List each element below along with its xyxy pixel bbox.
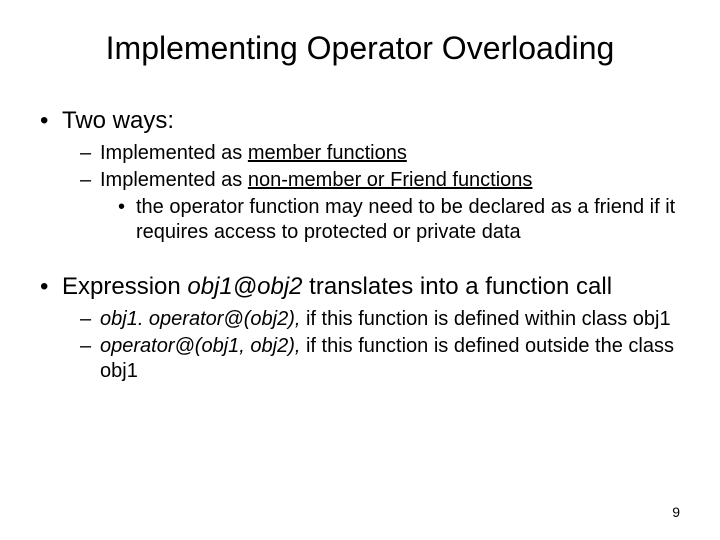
expr-nonmember-call-italic: operator@(obj1, obj2), — [100, 335, 300, 357]
underline-member-functions: member functions — [248, 142, 407, 164]
text-pre-member: Implemented as — [100, 142, 248, 164]
sub-member-functions: Implemented as member functions — [80, 141, 680, 166]
expr-member-call-tail: if this function is defined within class… — [300, 308, 670, 330]
expr-italic: obj1@obj2 — [187, 273, 302, 300]
text-pre-nonmember: Implemented as — [100, 169, 248, 191]
sub-sub-friend-note: the operator function may need to be dec… — [118, 195, 680, 245]
sub-list-two-ways: Implemented as member functions Implemen… — [62, 141, 680, 245]
expr-member-call-italic: obj1. operator@(obj2), — [100, 308, 300, 330]
expr-pre: Expression — [62, 273, 187, 300]
sub-nonmember-functions: Implemented as non-member or Friend func… — [80, 168, 680, 245]
sub-sub-list: the operator function may need to be dec… — [100, 195, 680, 245]
sub-expr-member-call: obj1. operator@(obj2), if this function … — [80, 307, 680, 332]
bullet-two-ways: Two ways: Implemented as member function… — [40, 107, 680, 245]
sub-list-expression: obj1. operator@(obj2), if this function … — [62, 307, 680, 384]
slide-title: Implementing Operator Overloading — [40, 30, 680, 67]
bullet-list: Two ways: Implemented as member function… — [40, 107, 680, 384]
bullet-two-ways-label: Two ways: — [62, 107, 174, 134]
bullet-expression: Expression obj1@obj2 translates into a f… — [40, 273, 680, 384]
friend-note-text: the operator function may need to be dec… — [136, 196, 675, 243]
underline-nonmember-functions: non-member or Friend functions — [248, 169, 533, 191]
slide: Implementing Operator Overloading Two wa… — [0, 0, 720, 540]
expr-post: translates into a function call — [303, 273, 613, 300]
page-number: 9 — [672, 504, 680, 520]
sub-expr-nonmember-call: operator@(obj1, obj2), if this function … — [80, 334, 680, 384]
